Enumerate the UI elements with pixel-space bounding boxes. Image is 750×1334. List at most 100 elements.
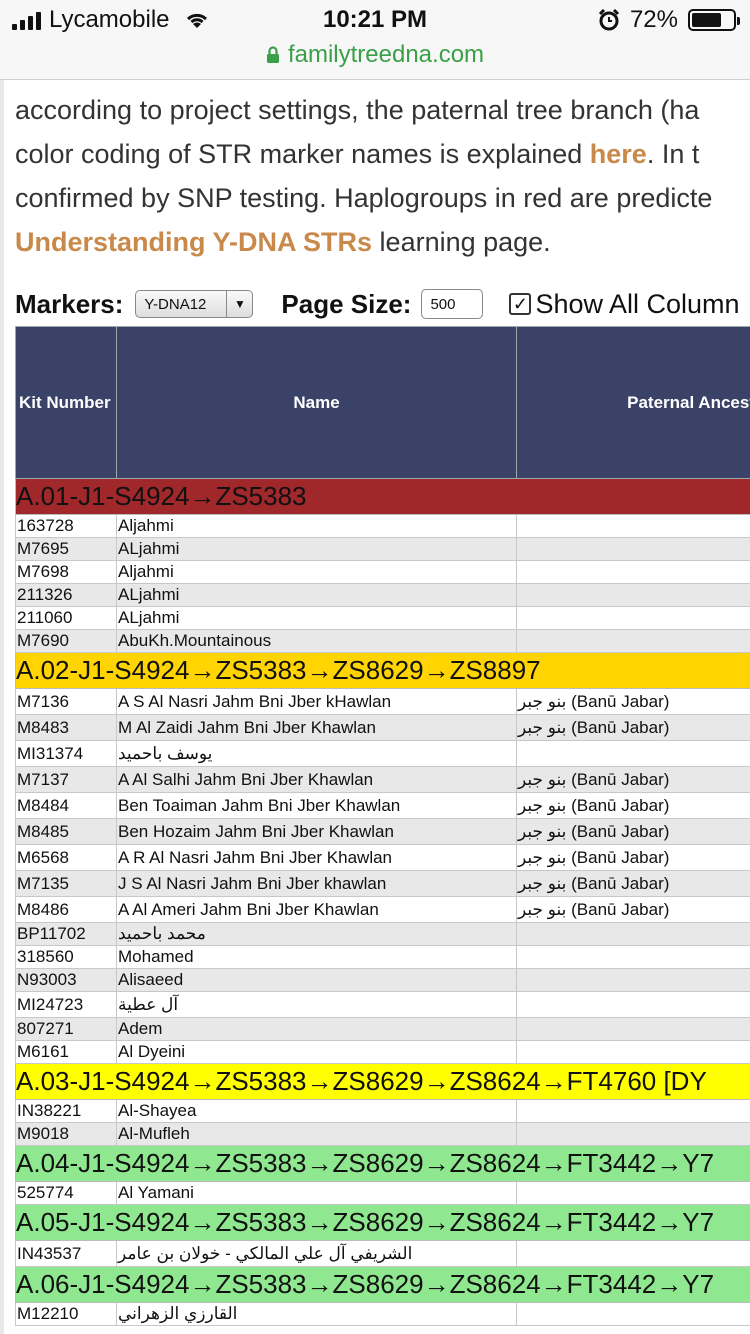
page-content: according to project settings, the pater…	[0, 80, 750, 1334]
kit-number-cell: M9018	[15, 1122, 117, 1146]
intro-line-1: according to project settings, the pater…	[15, 95, 700, 125]
paternal-ancestor-cell	[516, 922, 750, 946]
kit-number-cell: M7690	[15, 629, 117, 653]
name-cell: Al-Mufleh	[116, 1122, 517, 1146]
name-cell: Ben Toaiman Jahm Bni Jber Khawlan	[116, 792, 517, 819]
name-cell: Mohamed	[116, 945, 517, 969]
kit-number-cell: M7698	[15, 560, 117, 584]
name-cell: Al-Shayea	[116, 1099, 517, 1123]
header-kit-number[interactable]: Kit Number	[15, 326, 117, 479]
haplogroup-label: A.06-J1-S4924→ZS5383→ZS8629→ZS8624→FT344…	[15, 1266, 750, 1303]
paternal-ancestor-cell	[516, 1122, 750, 1146]
table-row: MI31374 يوسف باحميد	[15, 740, 750, 767]
header-paternal-ancestor[interactable]: Paternal Ancest	[516, 326, 750, 479]
status-right: 72%	[598, 6, 740, 34]
paternal-ancestor-cell: بنو جبر (Banū Jabar)	[516, 896, 750, 923]
paternal-ancestor-cell: بنو جبر (Banū Jabar)	[516, 870, 750, 897]
kit-number-cell: IN38221	[15, 1099, 117, 1123]
table-row: M12210 القارزي الزهراني	[15, 1302, 750, 1326]
here-link[interactable]: here	[590, 139, 647, 169]
paternal-ancestor-cell	[516, 945, 750, 969]
name-cell: A Al Ameri Jahm Bni Jber Khawlan	[116, 896, 517, 923]
url-display[interactable]: familytreedna.com	[266, 40, 484, 70]
name-cell: القارزي الزهراني	[116, 1302, 517, 1326]
paternal-ancestor-cell	[516, 1099, 750, 1123]
name-cell: A R Al Nasri Jahm Bni Jber Khawlan	[116, 844, 517, 871]
kit-number-cell: M8484	[15, 792, 117, 819]
haplogroup-row: A.02-J1-S4924→ZS5383→ZS8629→ZS8897	[15, 652, 750, 689]
table-row: 211326 ALjahmi	[15, 583, 750, 607]
paternal-ancestor-cell	[516, 537, 750, 561]
table-row: 318560 Mohamed	[15, 945, 750, 969]
paternal-ancestor-cell	[516, 583, 750, 607]
name-cell: ALjahmi	[116, 606, 517, 630]
table-row: IN43537 الشريفي آل علي المالكي - خولان بن…	[15, 1240, 750, 1267]
table-row: M6568 A R Al Nasri Jahm Bni Jber Khawlan ب…	[15, 844, 750, 871]
name-cell: A S Al Nasri Jahm Bni Jber kHawlan	[116, 688, 517, 715]
name-cell: Al Yamani	[116, 1181, 517, 1205]
intro-line-2-tail: . In t	[646, 139, 700, 169]
kit-number-cell: MI31374	[15, 740, 117, 767]
show-all-columns-label[interactable]: Show All Column	[535, 289, 739, 320]
paternal-ancestor-cell: بنو جبر (Banū Jabar)	[516, 792, 750, 819]
understanding-ydna-strs-link[interactable]: Understanding Y-DNA STRs	[15, 227, 372, 257]
kit-number-cell: M6161	[15, 1040, 117, 1064]
kit-number-cell: 211060	[15, 606, 117, 630]
haplogroup-row: A.05-J1-S4924→ZS5383→ZS8629→ZS8624→FT344…	[15, 1204, 750, 1241]
header-name[interactable]: Name	[116, 326, 517, 479]
left-rule	[0, 80, 4, 1334]
paternal-ancestor-cell: بنو جبر (Banū Jabar)	[516, 844, 750, 871]
kit-number-cell: MI24723	[15, 991, 117, 1018]
kit-number-cell: 211326	[15, 583, 117, 607]
paternal-ancestor-cell: بنو جبر (Banū Jabar)	[516, 766, 750, 793]
battery-fill	[692, 13, 721, 27]
haplogroup-label: A.01-J1-S4924→ZS5383	[15, 478, 750, 515]
name-cell: يوسف باحميد	[116, 740, 517, 767]
paternal-ancestor-cell	[516, 1040, 750, 1064]
show-all-columns-checkbox[interactable]: ✓	[509, 293, 532, 315]
table-row: M7695 ALjahmi	[15, 537, 750, 561]
paternal-ancestor-cell	[516, 606, 750, 630]
name-cell: ALjahmi	[116, 583, 517, 607]
page-size-input[interactable]: 500	[421, 289, 484, 319]
url-bar[interactable]: familytreedna.com	[0, 40, 750, 80]
name-cell: Aljahmi	[116, 514, 517, 538]
paternal-ancestor-cell	[516, 1181, 750, 1205]
name-cell: محمد باحميد	[116, 922, 517, 946]
battery-percent: 72%	[629, 6, 678, 33]
intro-line-4-tail: learning page.	[372, 227, 551, 257]
table-row: M8483 M Al Zaidi Jahm Bni Jber Khawlan بنو…	[15, 714, 750, 741]
kit-number-cell: M8483	[15, 714, 117, 741]
intro-text: according to project settings, the pater…	[15, 88, 750, 264]
name-cell: Alisaeed	[116, 968, 517, 992]
paternal-ancestor-cell: بنو جبر (Banū Jabar)	[516, 818, 750, 845]
intro-line-3: confirmed by SNP testing. Haplogroups in…	[15, 183, 713, 213]
kit-number-cell: M8485	[15, 818, 117, 845]
paternal-ancestor-cell	[516, 1302, 750, 1326]
table-row: M8484 Ben Toaiman Jahm Bni Jber Khawlan بن…	[15, 792, 750, 819]
table-row: 525774 Al Yamani	[15, 1181, 750, 1205]
paternal-ancestor-cell	[516, 740, 750, 767]
battery-icon	[688, 9, 740, 31]
paternal-ancestor-cell	[516, 560, 750, 584]
table-row: MI24723 آل عطية	[15, 991, 750, 1018]
markers-label: Markers:	[15, 288, 124, 319]
haplogroup-row: A.03-J1-S4924→ZS5383→ZS8629→ZS8624→FT476…	[15, 1063, 750, 1100]
haplogroup-row: A.01-J1-S4924→ZS5383	[15, 478, 750, 515]
kit-number-cell: M12210	[15, 1302, 117, 1326]
table-row: M8486 A Al Ameri Jahm Bni Jber Khawlan بنو…	[15, 896, 750, 923]
haplogroup-row: A.06-J1-S4924→ZS5383→ZS8629→ZS8624→FT344…	[15, 1266, 750, 1303]
paternal-ancestor-cell	[516, 1240, 750, 1267]
markers-select[interactable]: Y-DNA12 ▼	[135, 290, 254, 318]
table-row: M6161 Al Dyeini	[15, 1040, 750, 1064]
kit-number-cell: BP11702	[15, 922, 117, 946]
status-bar: Lycamobile 10:21 PM 72%	[0, 0, 750, 40]
name-cell: الشريفي آل علي المالكي - خولان بن عامر	[116, 1240, 517, 1267]
intro-line-2-text: color coding of STR marker names is expl…	[15, 139, 590, 169]
name-cell: A Al Salhi Jahm Bni Jber Khawlan	[116, 766, 517, 793]
table-header-row: Kit Number Name Paternal Ancest	[15, 326, 750, 479]
alarm-clock-icon	[598, 9, 620, 31]
chevron-down-icon: ▼	[226, 291, 252, 317]
paternal-ancestor-cell	[516, 1017, 750, 1041]
name-cell: Aljahmi	[116, 560, 517, 584]
